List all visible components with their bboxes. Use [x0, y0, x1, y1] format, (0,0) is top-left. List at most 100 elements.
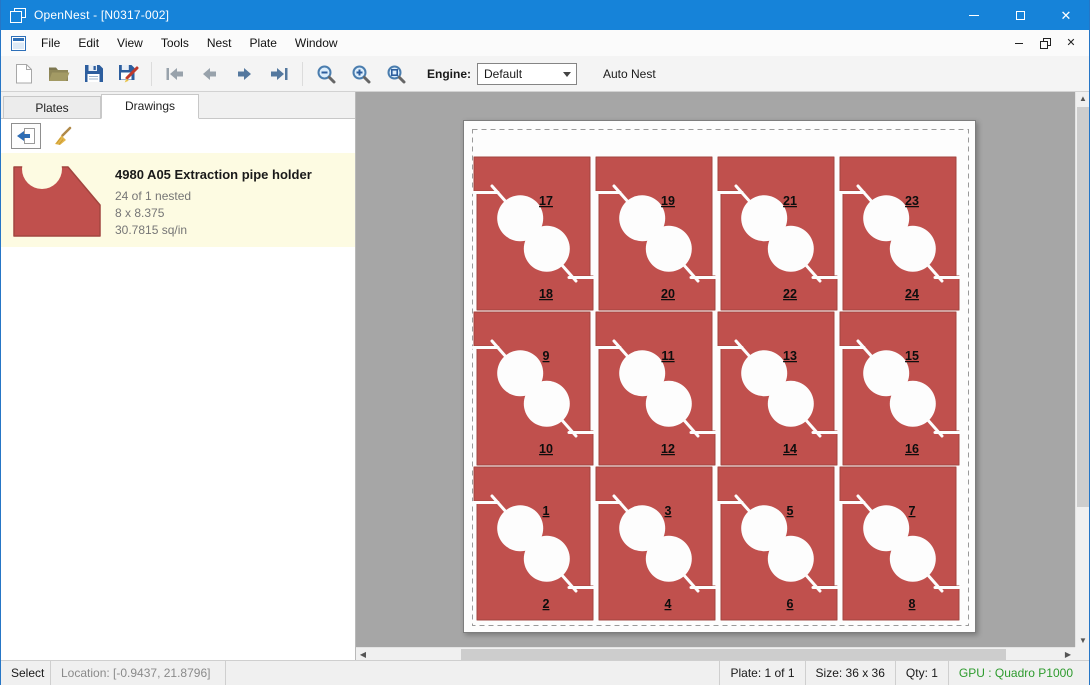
menu-plate[interactable]: Plate	[241, 30, 286, 56]
mdi-close-button[interactable]: ✕	[1063, 35, 1079, 51]
open-folder-icon	[48, 65, 70, 82]
replace-drawing-button[interactable]	[11, 123, 41, 149]
nest-pair[interactable]: 34	[595, 467, 717, 620]
menu-edit[interactable]: Edit	[69, 30, 108, 56]
zoom-extents-button[interactable]	[378, 59, 413, 89]
status-location: Location: [-0.9437, 21.8796]	[51, 661, 226, 685]
scroll-down-icon[interactable]: ▼	[1076, 634, 1089, 647]
mdi-minimize-button[interactable]	[1011, 35, 1027, 51]
part-thumbnail	[11, 161, 103, 239]
first-plate-button[interactable]	[157, 59, 192, 89]
open-button[interactable]	[41, 59, 76, 89]
zoom-in-button[interactable]	[343, 59, 378, 89]
part-number: 12	[661, 442, 675, 456]
nest-pair[interactable]: 13 14	[717, 312, 839, 465]
tab-plates[interactable]: Plates	[3, 96, 101, 118]
window-title: OpenNest - [N0317-002]	[34, 8, 169, 22]
part-circular-notch	[890, 226, 936, 272]
app-icon	[10, 8, 26, 23]
maximize-button[interactable]	[997, 0, 1043, 30]
drawings-panel: Plates Drawings	[1, 92, 356, 660]
panel-toolbar	[1, 119, 355, 153]
maximize-icon	[1016, 11, 1025, 20]
nest-pair[interactable]: 12	[473, 467, 595, 620]
new-document-icon	[15, 64, 33, 84]
engine-selected-value: Default	[484, 67, 522, 81]
panel-tabstrip: Plates Drawings	[1, 92, 355, 119]
next-plate-button[interactable]	[227, 59, 262, 89]
part-number: 7	[909, 504, 916, 518]
plate[interactable]: 171819202122232491011121314151612345678	[463, 120, 976, 633]
nest-pair[interactable]: 2324	[839, 157, 961, 310]
tab-drawings[interactable]: Drawings	[101, 94, 199, 119]
toolbar: Engine: Default Auto Nest	[1, 56, 1089, 92]
nest-canvas[interactable]: 171819202122232491011121314151612345678 …	[356, 92, 1089, 660]
save-button[interactable]	[76, 59, 111, 89]
nest-pair[interactable]: 1920	[595, 157, 717, 310]
part-number: 18	[539, 287, 553, 301]
engine-select[interactable]: Default	[477, 63, 577, 85]
nest-pair[interactable]: 1516	[839, 312, 961, 465]
menu-view[interactable]: View	[108, 30, 152, 56]
import-arrow-icon	[16, 127, 36, 145]
scroll-up-icon[interactable]: ▲	[1076, 92, 1089, 105]
previous-plate-button[interactable]	[192, 59, 227, 89]
status-qty: Qty: 1	[895, 661, 948, 685]
horizontal-scroll-thumb[interactable]	[461, 649, 1006, 660]
scroll-left-icon[interactable]: ◀	[356, 648, 370, 660]
part-circular-notch	[646, 536, 692, 582]
status-size: Size: 36 x 36	[805, 661, 895, 685]
part-number: 13	[783, 349, 797, 363]
nest-pair[interactable]: 1718	[473, 157, 595, 310]
part-number: 17	[539, 194, 553, 208]
drawing-list-item[interactable]: 4980 A05 Extraction pipe holder 24 of 1 …	[1, 153, 355, 247]
clean-button[interactable]	[48, 123, 78, 149]
nest-pair[interactable]: 78	[839, 467, 961, 620]
last-plate-button[interactable]	[262, 59, 297, 89]
drawing-title: 4980 A05 Extraction pipe holder	[115, 167, 312, 182]
mdi-restore-icon	[1040, 38, 1051, 49]
chevron-down-icon	[563, 72, 571, 77]
part-circular-notch	[646, 381, 692, 427]
menu-file[interactable]: File	[32, 30, 69, 56]
drawing-nested-count: 24 of 1 nested	[115, 188, 312, 205]
nest-pair[interactable]: 56	[717, 467, 839, 620]
engine-label: Engine:	[427, 67, 471, 81]
minimize-icon	[969, 15, 979, 16]
previous-arrow-icon	[201, 67, 218, 81]
part-circular-notch	[890, 381, 936, 427]
horizontal-scrollbar[interactable]: ◀ ▶	[356, 647, 1075, 660]
auto-nest-button[interactable]: Auto Nest	[595, 63, 664, 85]
vertical-scrollbar[interactable]: ▲ ▼	[1075, 92, 1089, 647]
nest-pair[interactable]: 11 12	[595, 312, 717, 465]
mdi-restore-button[interactable]	[1037, 35, 1053, 51]
nest-pair[interactable]: 2122	[717, 157, 839, 310]
part-number: 3	[665, 504, 672, 518]
part-number: 14	[783, 442, 797, 456]
part-circular-notch	[890, 536, 936, 582]
menubar: File Edit View Tools Nest Plate Window ✕	[1, 30, 1089, 56]
nest-pair[interactable]: 910	[473, 312, 595, 465]
menu-nest[interactable]: Nest	[198, 30, 241, 56]
part-number: 15	[905, 349, 919, 363]
first-arrow-icon	[165, 67, 184, 81]
part-circular-notch	[524, 226, 570, 272]
new-button[interactable]	[6, 59, 41, 89]
menu-tools[interactable]: Tools	[152, 30, 198, 56]
zoom-out-icon	[316, 64, 336, 84]
part-number: 8	[909, 597, 916, 611]
part-number: 6	[787, 597, 794, 611]
save-as-pencil-icon	[118, 64, 139, 84]
minimize-button[interactable]	[951, 0, 997, 30]
part-number: 11	[661, 349, 674, 363]
close-button[interactable]: ✕	[1043, 0, 1089, 30]
zoom-in-icon	[351, 64, 371, 84]
document-window-icon[interactable]	[11, 36, 26, 51]
scroll-right-icon[interactable]: ▶	[1061, 648, 1075, 660]
part-number: 1	[543, 504, 550, 518]
vertical-scroll-thumb[interactable]	[1077, 107, 1089, 507]
zoom-out-button[interactable]	[308, 59, 343, 89]
save-as-button[interactable]	[111, 59, 146, 89]
menu-window[interactable]: Window	[286, 30, 347, 56]
part-circular-notch	[646, 226, 692, 272]
